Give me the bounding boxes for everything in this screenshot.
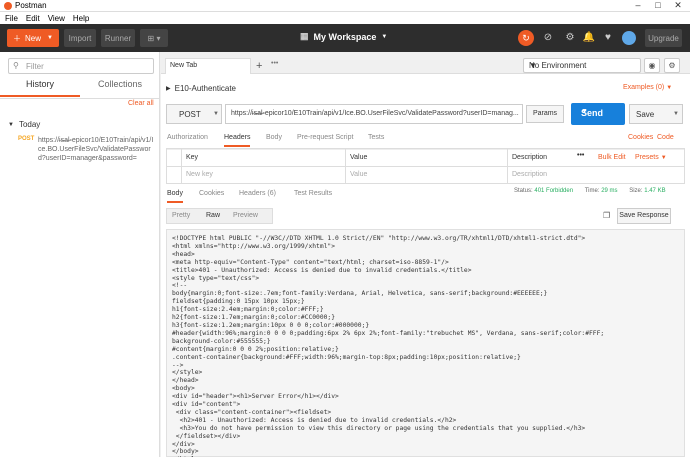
view-preview-button[interactable]: Preview (233, 212, 258, 219)
cookies-link[interactable]: Cookies (628, 134, 653, 141)
menu-help[interactable]: Help (73, 14, 89, 23)
new-tab-button[interactable]: + (256, 60, 262, 72)
response-status: Status: 401 Forbidden Time: 29 ms Size: … (514, 188, 666, 194)
menu-file[interactable]: File (5, 14, 18, 23)
new-window-icon: ⊞ ▾ (147, 33, 161, 43)
tab-collections[interactable]: Collections (80, 79, 160, 97)
bulk-edit-link[interactable]: Bulk Edit (598, 154, 626, 161)
code-link[interactable]: Code (657, 134, 674, 141)
settings-icon[interactable]: ⚙ (563, 32, 577, 43)
heart-icon[interactable]: ♥ (601, 32, 615, 43)
sidebar: ⚲ Filter History Collections Clear all ▼… (0, 52, 160, 457)
save-response-button[interactable]: Save Response (617, 208, 671, 224)
maximize-button[interactable]: □ (648, 0, 668, 10)
chevron-down-icon: ▼ (213, 111, 219, 117)
send-button[interactable]: Send ▼ (571, 103, 625, 125)
chevron-down-icon: ▼ (529, 61, 537, 70)
column-description: Description (512, 154, 548, 161)
status-value: 401 Forbidden (534, 188, 574, 194)
response-tab-body[interactable]: Body (167, 190, 183, 203)
search-icon: ⚲ (13, 61, 19, 70)
response-tab-headers[interactable]: Headers (6) (239, 190, 276, 197)
tab-history[interactable]: History (0, 79, 80, 97)
plus-icon: ＋ (13, 33, 22, 43)
notifications-icon[interactable]: 🔔 (582, 32, 596, 43)
column-value: Value (350, 154, 368, 161)
history-item-url: https://i̶s̶a̶l̶-epicor10/E10Train/api/v… (38, 137, 154, 162)
chevron-right-icon: ▶ (166, 86, 171, 92)
url-input[interactable]: https://i̶s̶a̶l̶-epicor10/E10Train/api/v… (225, 104, 523, 124)
divider (0, 98, 159, 99)
gear-icon[interactable]: ⚙ (664, 58, 680, 73)
toolbar: ＋ New ▼ Import Runner ⊞ ▾ ▦ My Workspace… (0, 24, 690, 52)
size-value: 1.47 KB (644, 188, 666, 194)
sync-icon[interactable]: ↻ (518, 30, 534, 46)
response-body[interactable]: <!DOCTYPE html PUBLIC "-//W3C//DTD XHTML… (166, 229, 685, 457)
tab-bar: New Tab + ••• No Environment ▼ ◉ ⚙ (161, 52, 690, 74)
examples-dropdown[interactable]: Examples (0) ▼ (623, 84, 672, 91)
tab-pre-request-script[interactable]: Pre-request Script (297, 134, 353, 141)
interceptor-icon[interactable]: ⊘ (541, 32, 555, 43)
chevron-down-icon: ▼ (673, 111, 679, 117)
workspace-selector[interactable]: ▦ My Workspace ▼ (300, 31, 387, 42)
history-item-method: POST (18, 136, 35, 142)
eye-icon[interactable]: ◉ (644, 58, 660, 73)
response-tab-test-results[interactable]: Test Results (294, 190, 332, 197)
menu-view[interactable]: View (48, 14, 65, 23)
avatar[interactable] (622, 31, 636, 45)
more-options-icon[interactable]: ••• (577, 152, 584, 159)
response-tab-cookies[interactable]: Cookies (199, 190, 224, 197)
menu-edit[interactable]: Edit (26, 14, 40, 23)
grid-icon: ▦ (300, 31, 309, 41)
runner-button[interactable]: Runner (101, 29, 135, 47)
new-key-input[interactable]: New key (186, 171, 213, 178)
chevron-down-icon: ▼ (581, 108, 588, 115)
tab-menu-icon[interactable]: ••• (271, 60, 278, 67)
view-raw-button[interactable]: Raw (206, 212, 220, 219)
request-name[interactable]: ▶ E10-Authenticate (166, 84, 236, 93)
chevron-down-icon: ▼ (8, 121, 14, 128)
menu-bar: File Edit View Help (0, 12, 690, 24)
tab-body[interactable]: Body (266, 134, 282, 141)
postman-logo-icon (4, 2, 12, 10)
filter-input[interactable]: ⚲ Filter (8, 58, 154, 74)
chevron-down-icon: ▼ (666, 85, 673, 91)
params-button[interactable]: Params (526, 105, 564, 123)
tab-authorization[interactable]: Authorization (167, 134, 208, 141)
time-value: 29 ms (601, 188, 618, 194)
window-title: Postman (15, 1, 47, 10)
window-titlebar: Postman – □ ✕ (0, 0, 690, 12)
chevron-down-icon: ▼ (381, 33, 388, 40)
method-select[interactable]: POST ▼ (166, 104, 222, 124)
clear-all-link[interactable]: Clear all (128, 100, 154, 107)
view-mode-bar: Pretty Raw Preview (166, 208, 273, 224)
environment-select[interactable]: No Environment ▼ (523, 58, 641, 73)
tab-headers[interactable]: Headers (224, 134, 251, 147)
response-body-text: <!DOCTYPE html PUBLIC "-//W3C//DTD XHTML… (172, 235, 605, 457)
chevron-down-icon: ▼ (660, 155, 667, 161)
tab-tests[interactable]: Tests (368, 134, 384, 141)
chevron-down-icon: ▼ (47, 35, 53, 41)
presets-dropdown[interactable]: Presets ▼ (635, 154, 667, 161)
new-value-input[interactable]: Value (350, 171, 367, 178)
copy-icon[interactable]: ❐ (603, 211, 610, 220)
import-button[interactable]: Import (64, 29, 96, 47)
close-window-button[interactable]: ✕ (668, 0, 688, 11)
history-group-today[interactable]: ▼ Today (8, 120, 40, 129)
column-key: Key (186, 154, 199, 161)
upgrade-button[interactable]: Upgrade (645, 29, 682, 47)
new-description-input[interactable]: Description (512, 171, 547, 178)
new-button[interactable]: ＋ New ▼ (7, 29, 59, 47)
view-pretty-button[interactable]: Pretty (172, 212, 190, 219)
minimize-button[interactable]: – (628, 0, 648, 10)
main-panel: New Tab + ••• No Environment ▼ ◉ ⚙ ▶ E10… (161, 52, 690, 457)
request-tab[interactable]: New Tab (165, 58, 251, 74)
headers-table: Key Value Description ••• Bulk Edit Pres… (166, 148, 685, 184)
save-button[interactable]: Save ▼ (629, 104, 683, 124)
new-window-button[interactable]: ⊞ ▾ (140, 29, 168, 47)
